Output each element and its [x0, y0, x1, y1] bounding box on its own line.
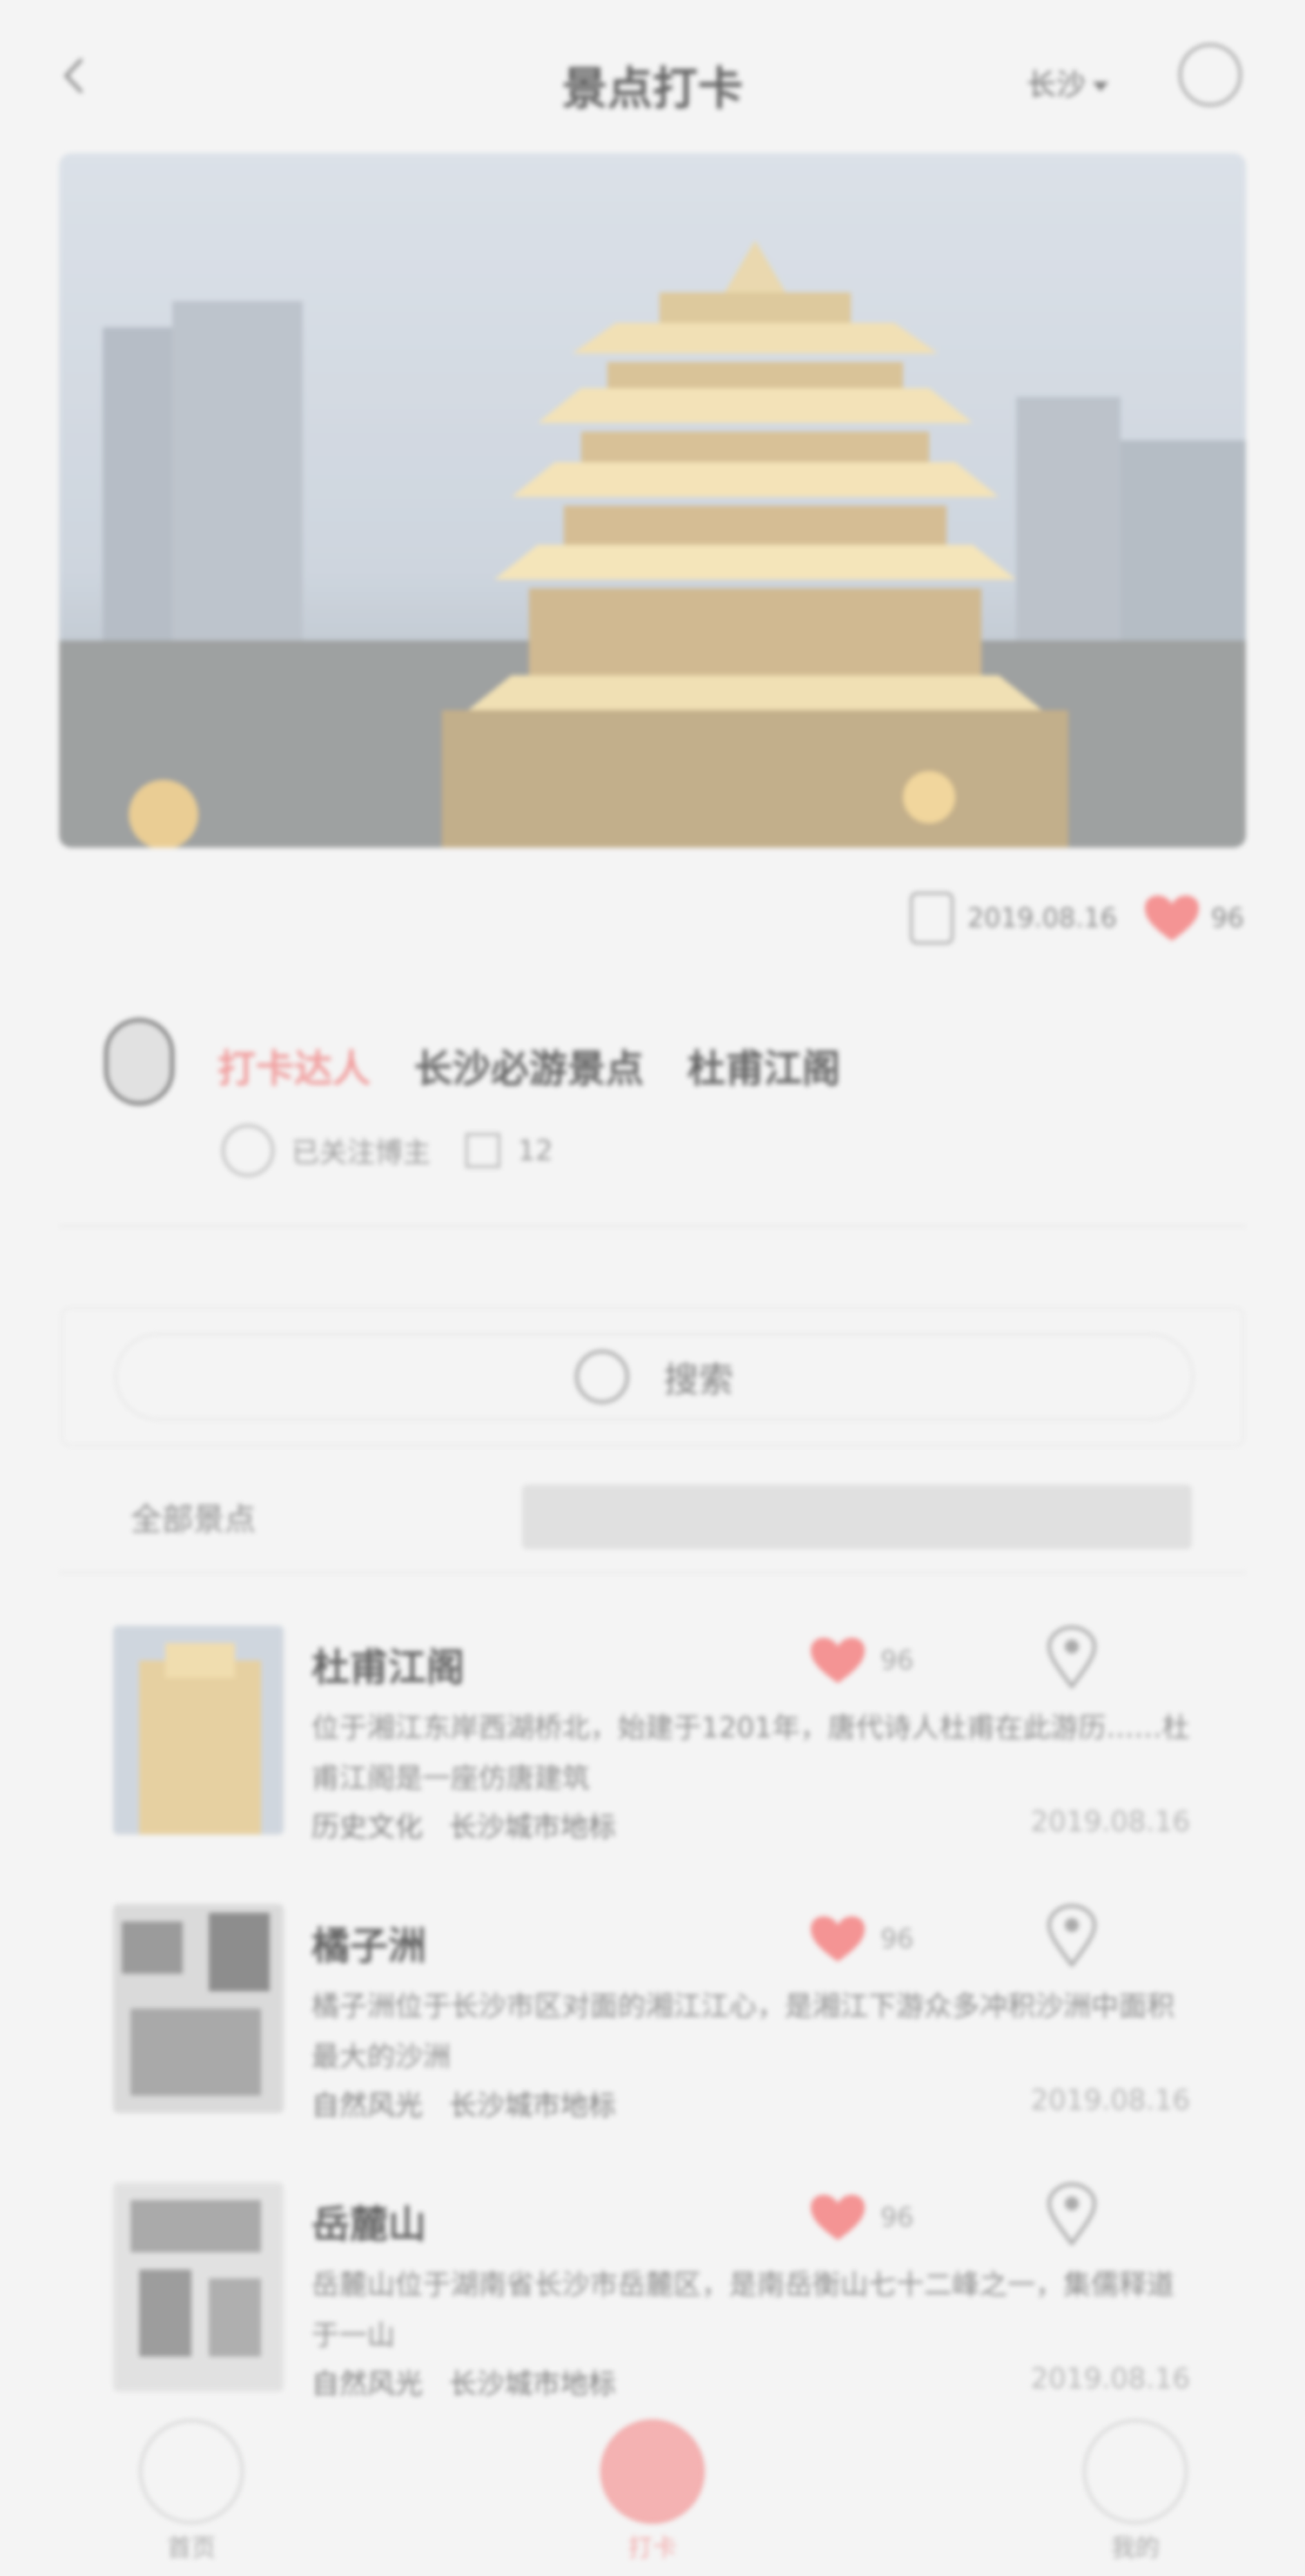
follow-status[interactable]: 已关注博主: [222, 1124, 431, 1177]
item-date: 2019.08.16: [1030, 2083, 1190, 2116]
thumbnail: [113, 1626, 284, 1835]
city-label: 长沙: [1027, 68, 1086, 103]
filter-tabs: 全部景点: [130, 1485, 1192, 1549]
tab-home-label: 首页: [166, 2533, 216, 2562]
tab-home[interactable]: 首页: [122, 2419, 261, 2564]
item-name: 杜甫江阁: [311, 1646, 465, 1690]
thumbnail: [113, 2183, 284, 2392]
tab-highlight-bar[interactable]: [522, 1485, 1192, 1549]
item-like-count: 96: [880, 2202, 914, 2233]
author-line: 打卡达人 长沙必游景点 杜甫江阁: [218, 1037, 840, 1093]
bottom-tab-bar: 首页 打卡 我的: [0, 2402, 1305, 2576]
item-meta: 历史文化 长沙城市地标 2019.08.16: [311, 1805, 1190, 1845]
divider: [59, 1225, 1246, 1227]
chevron-down-icon: [1093, 82, 1108, 91]
tab-mine[interactable]: 我的: [1066, 2419, 1205, 2564]
item-meta: 自然风光 长沙城市地标 2019.08.16: [311, 2083, 1190, 2123]
tab-all-attractions[interactable]: 全部景点: [130, 1494, 256, 1540]
item-tags: 长沙城市地标: [449, 2089, 617, 2122]
calendar-icon: [910, 892, 954, 944]
search-placeholder: 搜索: [664, 1360, 733, 1400]
item-likes[interactable]: 96: [809, 1915, 914, 1963]
list-item[interactable]: 杜甫江阁 96 位于湘江东岸西湖桥北，始建于1201年，唐代诗人杜甫在此游历………: [113, 1625, 1192, 1845]
item-date: 2019.08.16: [1030, 2362, 1190, 2395]
follow-icon: [222, 1124, 274, 1177]
item-meta: 自然风光 长沙城市地标 2019.08.16: [311, 2362, 1190, 2402]
item-category: 自然风光: [311, 2089, 424, 2122]
home-icon: [139, 2419, 244, 2524]
checkin-icon: [600, 2419, 705, 2524]
item-likes[interactable]: 96: [809, 1636, 914, 1685]
item-tags: 长沙城市地标: [449, 1810, 617, 1843]
author-name[interactable]: 打卡达人: [218, 1037, 371, 1093]
page: 景点打卡 长沙 2019.08.16 96 打卡达人 长沙必游景点 杜甫江阁 已…: [0, 0, 1305, 2576]
item-category: 自然风光: [311, 2367, 424, 2400]
location-pin-icon[interactable]: [1046, 1625, 1098, 1690]
post-date: 2019.08.16: [967, 902, 1117, 934]
item-description: 岳麓山位于湖南省长沙市岳麓区，是南岳衡山七十二峰之一，集儒释道于一山: [311, 2268, 1175, 2351]
post-count-value: 12: [518, 1134, 553, 1167]
search-section: 搜索: [61, 1307, 1244, 1446]
tab-checkin[interactable]: 打卡: [583, 2419, 722, 2564]
tab-mine-label: 我的: [1110, 2533, 1160, 2562]
location-pin-icon[interactable]: [1046, 2182, 1098, 2247]
tab-checkin-label: 打卡: [627, 2533, 677, 2562]
like-stat[interactable]: 96: [1143, 894, 1244, 943]
search-input[interactable]: 搜索: [115, 1333, 1194, 1420]
post-stats: 2019.08.16 96: [910, 888, 1244, 949]
item-likes[interactable]: 96: [809, 2193, 914, 2242]
author-tag-1: 长沙必游景点: [414, 1047, 644, 1091]
heart-icon[interactable]: [1143, 894, 1201, 943]
divider: [59, 1572, 1246, 1573]
follow-label: 已关注博主: [291, 1136, 432, 1169]
tower-photo-icon: [59, 153, 1246, 848]
avatar[interactable]: [104, 1018, 174, 1105]
item-like-count: 96: [880, 1923, 914, 1955]
post-count: 12: [465, 1133, 553, 1168]
item-description: 橘子洲位于长沙市区对面的湘江江心，是湘江下游众多冲积沙洲中面积最大的沙洲: [311, 1989, 1175, 2073]
search-icon: [575, 1350, 629, 1404]
view-stat: 2019.08.16: [910, 892, 1117, 944]
city-selector[interactable]: 长沙: [1027, 61, 1108, 104]
profile-icon: [1083, 2419, 1188, 2524]
item-date: 2019.08.16: [1030, 1805, 1190, 1838]
author-meta: 已关注博主 12: [222, 1124, 553, 1177]
heart-icon[interactable]: [809, 1915, 867, 1963]
item-category: 历史文化: [311, 1810, 424, 1843]
page-title: 景点打卡: [561, 64, 743, 116]
author-section: 打卡达人 长沙必游景点 杜甫江阁 已关注博主 12: [104, 1018, 1201, 1177]
thumbnail: [113, 1904, 284, 2113]
document-icon: [465, 1133, 501, 1168]
user-profile-icon[interactable]: [1179, 44, 1241, 106]
item-name: 岳麓山: [311, 2203, 426, 2247]
item-tags: 长沙城市地标: [449, 2367, 617, 2400]
heart-icon[interactable]: [809, 1636, 867, 1685]
hero-image[interactable]: [59, 153, 1246, 848]
item-name: 橘子洲: [311, 1924, 426, 1969]
item-like-count: 96: [880, 1645, 914, 1676]
list-item[interactable]: 橘子洲 96 橘子洲位于长沙市区对面的湘江江心，是湘江下游众多冲积沙洲中面积最大…: [113, 1903, 1192, 2123]
location-pin-icon[interactable]: [1046, 1903, 1098, 1969]
heart-icon[interactable]: [809, 2193, 867, 2242]
item-description: 位于湘江东岸西湖桥北，始建于1201年，唐代诗人杜甫在此游历……杜甫江阁是一座仿…: [311, 1711, 1190, 1794]
top-nav: 景点打卡 长沙: [0, 35, 1305, 122]
author-tag-2: 杜甫江阁: [687, 1047, 840, 1091]
like-count: 96: [1210, 902, 1244, 934]
list-item[interactable]: 岳麓山 96 岳麓山位于湖南省长沙市岳麓区，是南岳衡山七十二峰之一，集儒释道于一…: [113, 2182, 1192, 2402]
